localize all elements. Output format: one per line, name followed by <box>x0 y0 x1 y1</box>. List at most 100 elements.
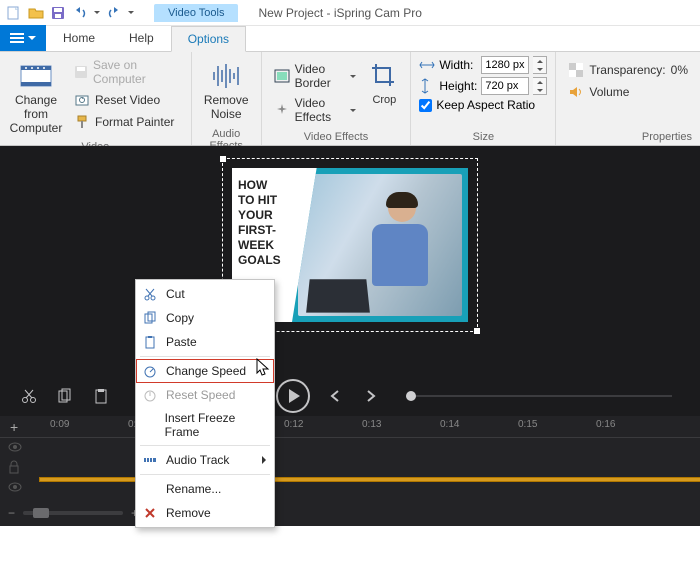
volume-button[interactable]: Volume <box>564 82 692 102</box>
menu-cut[interactable]: Cut <box>136 282 274 306</box>
zoom-slider[interactable] <box>23 511 123 515</box>
group-label: Properties <box>564 129 692 145</box>
tab-help[interactable]: Help <box>112 25 171 51</box>
reset-video-button[interactable]: Reset Video <box>70 90 183 110</box>
open-icon[interactable] <box>28 5 44 21</box>
btn-label: Volume <box>589 85 629 99</box>
height-input[interactable] <box>481 77 529 95</box>
menu-separator <box>140 474 270 475</box>
menu-label: Audio Track <box>166 453 229 467</box>
tab-options[interactable]: Options <box>171 26 246 52</box>
context-menu: Cut Copy Paste Change Speed Reset Speed … <box>135 279 275 528</box>
undo-more-icon[interactable] <box>94 11 100 14</box>
group-label: Video Effects <box>270 129 403 145</box>
slide-text: FIRST-WEEK GOALS <box>238 223 286 268</box>
reset-icon <box>74 92 90 108</box>
group-video-effects: Video Border Video Effects Crop Video Ef… <box>262 52 412 145</box>
title-bar: Video Tools New Project - iSpring Cam Pr… <box>0 0 700 26</box>
tab-home[interactable]: Home <box>46 25 112 51</box>
slide-text: HOW TO HIT YOUR <box>238 178 286 223</box>
document-title: New Project - iSpring Cam Pro <box>258 6 421 20</box>
zoom-bar: − + <box>8 506 138 520</box>
video-border-button[interactable]: Video Border <box>270 60 361 92</box>
ribbon-tab-strip: Home Help Options <box>0 26 700 52</box>
width-input[interactable] <box>481 56 529 74</box>
menu-paste[interactable]: Paste <box>136 330 274 354</box>
ruler[interactable]: + 0:09 0:10 0:11 0:12 0:13 0:14 0:15 0:1… <box>0 416 700 438</box>
menu-label: Rename... <box>166 482 221 496</box>
menu-audio-track[interactable]: Audio Track <box>136 448 274 472</box>
group-size: Width: Height: Keep Aspect Ratio Size <box>411 52 556 145</box>
btn-label: Remove <box>204 93 249 107</box>
tracks[interactable] <box>0 438 700 498</box>
height-icon <box>419 78 435 94</box>
menu-rename[interactable]: Rename... <box>136 477 274 501</box>
copy-tool[interactable] <box>54 385 76 407</box>
width-spinner[interactable] <box>533 56 547 74</box>
redo-more-icon[interactable] <box>128 11 134 14</box>
waveform-icon <box>210 60 242 92</box>
btn-label: Computer <box>10 121 63 135</box>
menu-reset-speed: Reset Speed <box>136 383 274 407</box>
scrub-head[interactable] <box>406 391 416 401</box>
width-label: Width: <box>439 58 477 72</box>
paste-icon <box>142 334 158 350</box>
btn-label: Reset Video <box>95 93 160 107</box>
zoom-thumb[interactable] <box>33 508 49 518</box>
menu-copy[interactable]: Copy <box>136 306 274 330</box>
hamburger-icon <box>10 33 24 43</box>
transparency-button[interactable]: Transparency: 0% <box>564 60 692 80</box>
menu-label: Remove <box>166 506 211 520</box>
new-icon[interactable] <box>6 5 22 21</box>
menu-label: Copy <box>166 311 194 325</box>
redo-icon[interactable] <box>106 5 122 21</box>
group-audio-effects: RemoveNoise Audio Effects <box>192 52 262 145</box>
play-button[interactable] <box>276 379 310 413</box>
menu-separator <box>140 445 270 446</box>
scrub-track[interactable] <box>406 395 672 397</box>
undo-icon[interactable] <box>72 5 88 21</box>
btn-label: Video Effects <box>295 96 346 124</box>
change-from-computer-button[interactable]: Change fromComputer <box>8 56 64 139</box>
menu-label: Cut <box>166 287 185 301</box>
btn-label: Noise <box>211 107 242 121</box>
prev-button[interactable] <box>324 385 346 407</box>
tick: 0:12 <box>284 419 303 430</box>
save-icon[interactable] <box>50 5 66 21</box>
menu-insert-freeze-frame[interactable]: Insert Freeze Frame <box>136 407 274 443</box>
quick-access-toolbar <box>6 5 134 21</box>
btn-label: Crop <box>372 94 396 107</box>
timeline[interactable]: + 0:09 0:10 0:11 0:12 0:13 0:14 0:15 0:1… <box>0 416 700 526</box>
visibility-icon[interactable] <box>8 442 22 452</box>
zoom-out-button[interactable]: − <box>8 506 15 520</box>
paste-tool[interactable] <box>90 385 112 407</box>
format-painter-button[interactable]: Format Painter <box>70 112 183 132</box>
ribbon: Change fromComputer Save on Computer Res… <box>0 52 700 146</box>
tick: 0:15 <box>518 419 537 430</box>
add-track-button[interactable]: + <box>10 419 18 435</box>
video-effects-button[interactable]: Video Effects <box>270 94 361 126</box>
submenu-arrow-icon <box>262 456 266 464</box>
cut-tool[interactable] <box>18 385 40 407</box>
menu-label: Reset Speed <box>166 388 235 402</box>
visibility-icon[interactable] <box>8 482 22 492</box>
tick: 0:14 <box>440 419 459 430</box>
paintbrush-icon <box>74 114 90 130</box>
file-tab[interactable] <box>0 25 46 51</box>
remove-noise-button[interactable]: RemoveNoise <box>200 56 253 126</box>
save-on-computer-button[interactable]: Save on Computer <box>70 56 183 88</box>
filmstrip-icon <box>20 60 52 92</box>
lock-icon[interactable] <box>8 460 22 474</box>
keep-aspect-checkbox[interactable]: Keep Aspect Ratio <box>419 98 547 112</box>
menu-change-speed[interactable]: Change Speed <box>136 359 274 383</box>
next-button[interactable] <box>360 385 382 407</box>
crop-button[interactable]: Crop <box>366 56 402 111</box>
preview-canvas[interactable]: HOW TO HIT YOUR FIRST-WEEK GOALS <box>0 146 700 416</box>
audio-track-icon <box>142 452 158 468</box>
sparkle-icon <box>274 102 290 118</box>
dropdown-icon <box>350 75 356 78</box>
height-spinner[interactable] <box>533 77 547 95</box>
menu-separator <box>140 356 270 357</box>
menu-remove[interactable]: Remove <box>136 501 274 525</box>
save-icon <box>74 64 88 80</box>
